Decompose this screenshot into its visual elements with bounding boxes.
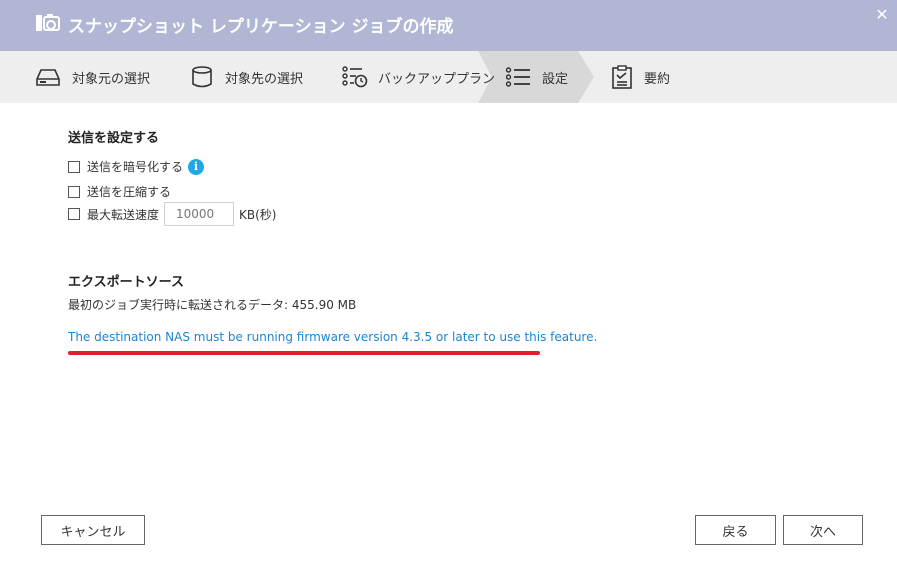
step-destination[interactable]: 対象先の選択 xyxy=(191,51,303,103)
schedule-list-icon xyxy=(342,66,368,88)
back-button[interactable]: 戻る xyxy=(695,515,776,545)
export-source-title: エクスポートソース xyxy=(68,275,184,290)
info-icon[interactable]: i xyxy=(188,158,205,175)
encrypt-label: 送信を暗号化する xyxy=(87,160,184,174)
max-speed-checkbox[interactable] xyxy=(68,208,80,220)
next-button[interactable]: 次へ xyxy=(783,515,863,545)
database-icon xyxy=(192,66,212,88)
hdd-icon xyxy=(36,69,60,86)
step-source[interactable]: 対象元の選択 xyxy=(36,51,150,103)
title-bar: スナップショット レプリケーション ジョブの作成 ✕ xyxy=(0,0,897,51)
max-speed-option: 最大転送速度 KB(秒) xyxy=(68,202,276,226)
close-icon[interactable]: ✕ xyxy=(874,7,890,23)
encrypt-checkbox[interactable] xyxy=(68,160,80,173)
list-icon xyxy=(506,67,530,87)
compress-option: 送信を圧縮する xyxy=(68,183,171,200)
max-speed-label: 最大転送速度 xyxy=(87,207,160,222)
window-title: スナップショット レプリケーション ジョブの作成 xyxy=(68,17,454,37)
clipboard-icon xyxy=(612,65,632,89)
step-backup-plan[interactable]: バックアッププラン xyxy=(342,51,495,103)
initial-transfer-data: 最初のジョブ実行時に転送されるデータ: 455.90 MB xyxy=(68,298,357,312)
step-summary[interactable]: 要約 xyxy=(612,51,670,103)
step-label: 対象先の選択 xyxy=(225,71,304,87)
step-settings[interactable]: 設定 xyxy=(506,51,568,103)
highlight-underline xyxy=(68,351,540,355)
settings-panel: 送信を設定する 送信を暗号化する i 送信を圧縮する 最大転送速度 KB(秒) … xyxy=(0,103,897,568)
wizard-steps: 対象元の選択 対象先の選択 バックアッププラン 設定 要約 xyxy=(0,51,897,103)
snapshot-replication-icon xyxy=(36,14,60,31)
compress-label: 送信を圧縮する xyxy=(87,185,172,199)
step-label: 設定 xyxy=(542,71,569,87)
speed-unit: KB(秒) xyxy=(239,207,277,222)
max-speed-input[interactable] xyxy=(164,202,235,226)
cancel-button[interactable]: キャンセル xyxy=(41,515,145,545)
step-label: 要約 xyxy=(644,71,671,87)
step-label: 対象元の選択 xyxy=(72,71,151,87)
compress-checkbox[interactable] xyxy=(68,185,80,198)
step-label: バックアッププラン xyxy=(378,71,496,87)
transfer-settings-title: 送信を設定する xyxy=(68,131,160,146)
firmware-note: The destination NAS must be running firm… xyxy=(68,330,598,344)
encrypt-option: 送信を暗号化する i xyxy=(68,158,205,175)
